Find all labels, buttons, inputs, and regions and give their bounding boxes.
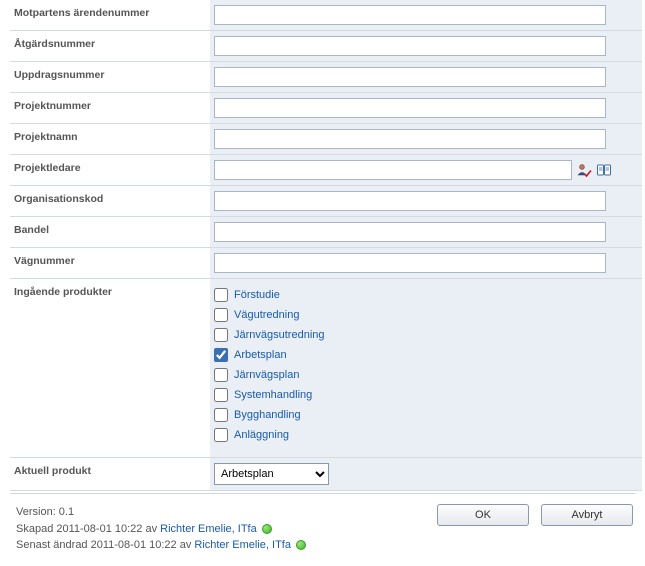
label-projektledare: Projektledare	[10, 155, 210, 186]
person-check-icon[interactable]	[576, 162, 592, 178]
bottom-bar: Version: 0.1 Skapad 2011-08-01 10:22 av …	[0, 494, 645, 566]
produkt-label: Vägutredning	[234, 309, 299, 321]
produkt-row: Järnvägsutredning	[214, 326, 638, 346]
produkt-checkbox[interactable]	[214, 388, 228, 402]
input-bandel[interactable]	[214, 222, 606, 242]
produkt-label: Järnvägsplan	[234, 369, 299, 381]
label-bandel: Bandel	[10, 217, 210, 248]
produkt-checkbox[interactable]	[214, 308, 228, 322]
produkt-label: Arbetsplan	[234, 349, 287, 361]
label-atgard: Åtgärdsnummer	[10, 31, 210, 62]
produkt-row: Järnvägsplan	[214, 366, 638, 386]
produkt-checkbox[interactable]	[214, 348, 228, 362]
label-produkter: Ingående produkter	[10, 279, 210, 458]
produkt-row: Arbetsplan	[214, 346, 638, 366]
produkt-checkbox[interactable]	[214, 288, 228, 302]
modified-user-link[interactable]: Richter Emelie, ITfa	[194, 539, 291, 551]
produkt-label: Systemhandling	[234, 389, 312, 401]
input-motpartens[interactable]	[214, 5, 606, 25]
label-organisationskod: Organisationskod	[10, 186, 210, 217]
select-aktuell-produkt[interactable]: Arbetsplan	[214, 463, 329, 485]
label-projektnamn: Projektnamn	[10, 124, 210, 155]
input-projektnummer[interactable]	[214, 98, 606, 118]
label-vagnummer: Vägnummer	[10, 248, 210, 279]
produkt-row: Förstudie	[214, 286, 638, 306]
meta-block: Version: 0.1 Skapad 2011-08-01 10:22 av …	[16, 504, 306, 554]
produkt-checkbox[interactable]	[214, 328, 228, 342]
label-aktuell: Aktuell produkt	[10, 458, 210, 491]
cancel-button[interactable]: Avbryt	[541, 504, 633, 526]
input-vagnummer[interactable]	[214, 253, 606, 273]
input-atgard[interactable]	[214, 36, 606, 56]
produkt-row: Anläggning	[214, 426, 638, 446]
presence-dot-icon	[262, 524, 272, 534]
input-projektledare[interactable]	[214, 160, 572, 180]
presence-dot-icon	[296, 540, 306, 550]
produkt-label: Bygghandling	[234, 409, 301, 421]
produkt-label: Anläggning	[234, 429, 289, 441]
book-icon[interactable]	[596, 162, 612, 178]
produkt-label: Järnvägsutredning	[234, 329, 325, 341]
label-uppdrag: Uppdragsnummer	[10, 62, 210, 93]
produkt-checkbox[interactable]	[214, 368, 228, 382]
modified-line: Senast ändrad 2011-08-01 10:22 av Richte…	[16, 537, 306, 554]
produkt-checkbox[interactable]	[214, 428, 228, 442]
created-user-link[interactable]: Richter Emelie, ITfa	[160, 523, 257, 535]
input-uppdrag[interactable]	[214, 67, 606, 87]
button-row: OK Avbryt	[437, 504, 633, 526]
input-organisationskod[interactable]	[214, 191, 606, 211]
produkt-label: Förstudie	[234, 289, 280, 301]
form-table: Motpartens ärendenummer Åtgärdsnummer Up…	[10, 0, 642, 491]
produkt-row: Bygghandling	[214, 406, 638, 426]
produkt-row: Vägutredning	[214, 306, 638, 326]
ok-button[interactable]: OK	[437, 504, 529, 526]
version-text: Version: 0.1	[16, 504, 306, 521]
produkter-list: Förstudie Vägutredning Järnvägsutredning Ar…	[214, 284, 638, 452]
produkt-checkbox[interactable]	[214, 408, 228, 422]
label-projektnummer: Projektnummer	[10, 93, 210, 124]
input-projektnamn[interactable]	[214, 129, 606, 149]
label-motpartens: Motpartens ärendenummer	[10, 0, 210, 31]
produkt-row: Systemhandling	[214, 386, 638, 406]
